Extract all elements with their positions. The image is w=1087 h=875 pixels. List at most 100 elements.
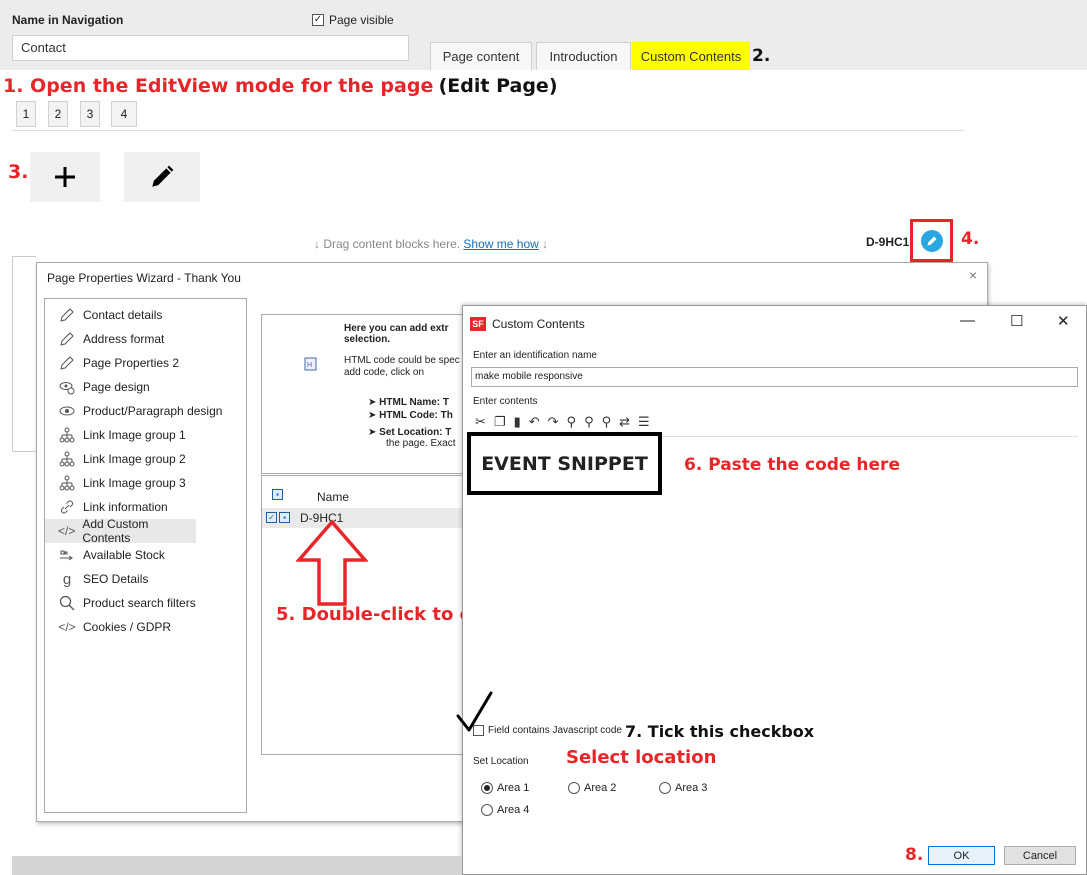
format-icon[interactable]: ☰ [638,414,650,430]
identification-name-input[interactable]: make mobile responsive [471,367,1078,387]
radio-label: Area 2 [584,782,617,794]
sidebar-item-link-image-group-3[interactable]: Link Image group 3 [45,471,246,495]
cancel-button[interactable]: Cancel [1004,846,1076,865]
subtab-4[interactable]: 4 [111,101,137,127]
page-visible-toggle[interactable]: ✓ Page visible [312,13,394,27]
sidebar-item-cookies-gdpr[interactable]: </> Cookies / GDPR [45,615,246,639]
dialog-title: Custom Contents [492,317,585,331]
sidebar-item-label: Link Image group 3 [83,476,186,490]
maximize-button[interactable]: ☐ [1010,312,1023,330]
step3-annotation: 3. [8,161,29,183]
sidebar-item-seo-details[interactable]: g SEO Details [45,567,246,591]
hierarchy-icon [57,451,77,467]
sidebar-item-available-stock[interactable]: Available Stock [45,543,246,567]
radio-label: Area 1 [497,782,530,794]
sidebar-item-label: Page Properties 2 [83,356,180,370]
redo-icon[interactable]: ↷ [548,414,559,430]
radio-area-1[interactable]: Area 1 [481,782,529,794]
tab-custom-contents[interactable]: Custom Contents [632,42,750,70]
radio-area-2[interactable]: Area 2 [568,782,616,794]
sidebar-item-link-information[interactable]: Link information [45,495,246,519]
info-bullet-3b: the page. Exact [386,438,456,449]
sidebar-item-label: Add Custom Contents [82,517,149,545]
radio-dot[interactable] [659,782,671,794]
pencil-icon [57,331,77,347]
step8-annotation: 8. [905,845,924,865]
drag-hint-text: ↓ Drag content blocks here. [314,237,461,251]
edit-block-button[interactable] [920,229,943,252]
code-icon: </> [58,524,76,538]
edit-block-highlight[interactable] [910,219,953,262]
link-icon [57,499,77,515]
copy-icon[interactable]: ❐ [494,414,506,430]
subtabs-divider [12,130,964,131]
minimize-button[interactable]: — [960,312,975,329]
wrap-icon[interactable]: ⇄ [619,414,630,430]
find-next-icon[interactable]: ⚲ [584,414,594,430]
show-me-how-link[interactable]: Show me how [463,237,538,251]
sf-logo-icon: SF [470,317,486,331]
tab-page-content[interactable]: Page content [430,42,532,70]
drag-hint-arrow: ↓ [542,237,549,251]
wizard-close-button[interactable]: × [969,267,977,283]
nav-name-label: Name in Navigation [12,13,124,27]
svg-text:H: H [307,362,312,369]
add-content-button[interactable] [30,152,100,202]
radio-label: Area 3 [675,782,708,794]
page-footer-strip [12,856,462,875]
row-checkbox[interactable]: ✓ [266,512,277,523]
radio-area-4[interactable]: Area 4 [481,804,529,816]
content-block-code: D-9HC1 [866,235,910,249]
info-bullet-1: ➤ HTML Name: T [368,397,449,408]
pencil-icon [57,307,77,323]
javascript-checkbox-row[interactable]: Field contains Javascript code [473,725,622,736]
sidebar-item-label: Address format [83,332,165,346]
sidebar-item-link-image-group-2[interactable]: Link Image group 2 [45,447,246,471]
sidebar-item-page-properties-2[interactable]: Page Properties 2 [45,351,246,375]
sidebar-item-label: Page design [83,380,150,394]
subtab-2[interactable]: 2 [48,101,68,127]
stock-icon [57,547,77,563]
sidebar-item-contact-details[interactable]: Contact details [45,303,246,327]
sidebar-item-address-format[interactable]: Address format [45,327,246,351]
close-button[interactable]: ✕ [1057,312,1070,330]
sidebar-item-page-design[interactable]: Page design [45,375,246,399]
subtab-1[interactable]: 1 [16,101,36,127]
replace-icon[interactable]: ⚲ [602,414,612,430]
event-snippet-box: EVENT SNIPPET [467,432,662,495]
step1-annotation: 1. Open the EditView mode for the page (… [3,75,558,98]
sidebar-item-product-paragraph-design[interactable]: Product/Paragraph design [45,399,246,423]
sidebar-item-label: Link Image group 2 [83,452,186,466]
info-bullet-text: Set Location: T [379,427,452,438]
info-line-2: add code, click on [344,367,425,378]
edit-content-button[interactable] [124,152,200,202]
info-bullet-text: HTML Code: Th [379,410,453,421]
sidebar-item-product-search-filters[interactable]: Product search filters [45,591,246,615]
checkmark-annotation [456,691,493,732]
radio-area-3[interactable]: Area 3 [659,782,707,794]
sidebar-item-add-custom-contents[interactable]: </> Add Custom Contents [45,517,196,545]
hierarchy-icon [57,427,77,443]
radio-dot[interactable] [481,804,493,816]
cut-icon[interactable]: ✂ [475,414,486,430]
row-type-icon: ▪ [279,512,290,523]
tab-introduction[interactable]: Introduction [536,42,631,70]
sidebar-item-label: Product search filters [83,596,196,610]
subtab-3[interactable]: 3 [80,101,100,127]
undo-icon[interactable]: ↶ [529,414,540,430]
ok-button[interactable]: OK [928,846,995,865]
radio-dot[interactable] [481,782,493,794]
find-icon[interactable]: ⚲ [567,414,577,430]
page-visible-checkbox[interactable]: ✓ [312,14,324,26]
magnifier-icon [57,595,77,611]
sidebar-item-label: Contact details [83,308,163,322]
seo-icon: g [62,570,72,588]
javascript-checkbox-label: Field contains Javascript code [488,725,622,736]
step2-annotation: 2. [752,46,771,66]
paste-icon[interactable]: ▮ [514,414,521,430]
radio-dot[interactable] [568,782,580,794]
info-bullet-2: ➤ HTML Code: Th [368,410,453,421]
drag-hint: ↓ Drag content blocks here. Show me how … [314,237,548,251]
nav-name-input[interactable]: Contact [12,35,409,61]
sidebar-item-link-image-group-1[interactable]: Link Image group 1 [45,423,246,447]
